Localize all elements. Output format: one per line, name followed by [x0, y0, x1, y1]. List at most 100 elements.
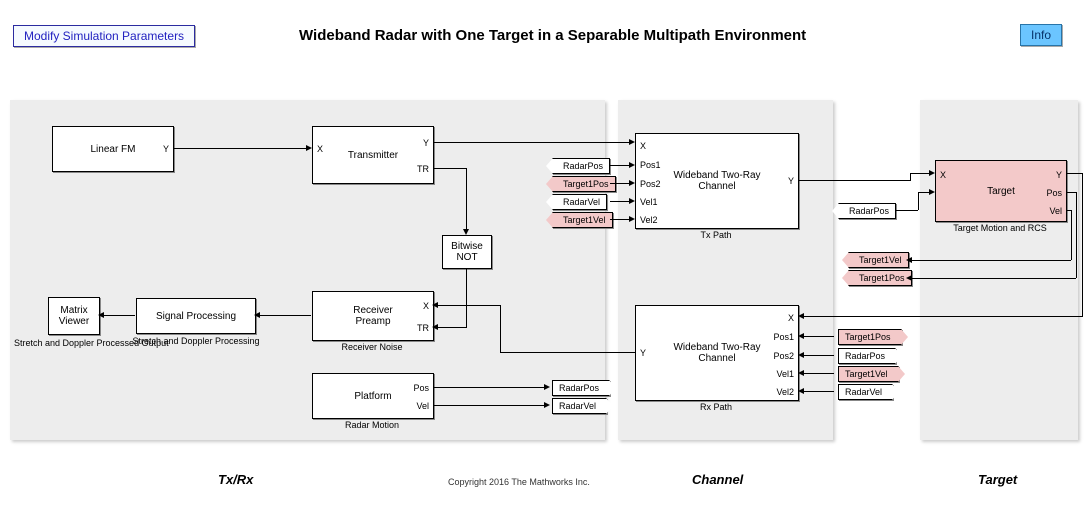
block-label: Receiver Preamp	[313, 292, 433, 340]
goto-radarvel[interactable]: RadarVel	[552, 398, 607, 414]
wire	[466, 268, 467, 327]
arrow-icon	[98, 312, 104, 318]
tag-label: RadarPos	[849, 206, 889, 216]
arrow-icon	[906, 275, 912, 281]
wire	[100, 315, 135, 316]
caption-matrix-viewer: Stretch and Doppler Processed Output	[14, 338, 134, 348]
from-target1vel-tx[interactable]: Target1Vel	[552, 212, 613, 228]
wire	[1082, 173, 1083, 316]
caption-rx-path: Rx Path	[700, 402, 732, 412]
wire	[256, 315, 311, 316]
from-radarvel-rx[interactable]: RadarVel	[838, 384, 893, 400]
arrow-icon	[463, 229, 469, 235]
block-label: Linear FM	[53, 127, 173, 171]
from-target1pos-tx[interactable]: Target1Pos	[552, 176, 616, 192]
block-receiver-preamp[interactable]: X TR Receiver Preamp	[312, 291, 434, 341]
arrow-icon	[629, 180, 635, 186]
block-label: Matrix Viewer	[49, 298, 99, 334]
wire	[433, 142, 630, 143]
caption-target: Target Motion and RCS	[953, 223, 1047, 233]
block-label: Bitwise NOT	[443, 236, 491, 268]
arrow-icon	[798, 333, 804, 339]
from-target1vel-rx[interactable]: Target1Vel	[838, 366, 899, 382]
block-platform[interactable]: Pos Vel Platform	[312, 373, 434, 419]
arrow-icon	[629, 198, 635, 204]
block-tx-tworay[interactable]: X Pos1 Pos2 Vel1 Vel2 Y Wideband Two-Ray…	[635, 133, 799, 229]
arrow-icon	[306, 145, 312, 151]
arrow-icon	[432, 302, 438, 308]
modify-sim-params-button[interactable]: Modify Simulation Parameters	[13, 25, 195, 47]
wire	[1076, 192, 1077, 278]
wire	[433, 387, 548, 388]
from-radarpos-target[interactable]: RadarPos	[838, 203, 896, 219]
region-label-channel: Channel	[692, 472, 743, 487]
wire	[910, 173, 911, 181]
block-label: Signal Processing	[137, 299, 255, 333]
wire	[800, 316, 1083, 317]
wire	[800, 373, 834, 374]
wire	[1066, 173, 1082, 174]
wire	[800, 391, 834, 392]
from-radarvel-tx[interactable]: RadarVel	[552, 194, 607, 210]
block-linear-fm[interactable]: Y Linear FM	[52, 126, 174, 172]
block-bitwise-not[interactable]: Bitwise NOT	[442, 235, 492, 269]
tag-label: RadarPos	[559, 383, 599, 393]
arrow-icon	[629, 139, 635, 145]
block-label: Target	[936, 161, 1066, 221]
from-radarpos-rx[interactable]: RadarPos	[838, 348, 896, 364]
wire	[896, 210, 918, 211]
from-radarpos-tx[interactable]: RadarPos	[552, 158, 610, 174]
block-target[interactable]: X Y Pos Vel Target	[935, 160, 1067, 222]
tag-label: Target1Pos	[845, 332, 891, 342]
caption-platform: Radar Motion	[345, 420, 399, 430]
wire	[500, 305, 501, 353]
diagram-title: Wideband Radar with One Target in a Sepa…	[299, 27, 806, 44]
goto-target1vel[interactable]: Target1Vel	[848, 252, 909, 268]
diagram-canvas: Modify Simulation Parameters Info Wideba…	[0, 0, 1088, 524]
arrow-icon	[254, 312, 260, 318]
tag-label: Target1Vel	[563, 215, 606, 225]
wire	[800, 355, 834, 356]
wire	[173, 148, 310, 149]
arrow-icon	[798, 352, 804, 358]
region-label-txrx: Tx/Rx	[218, 472, 253, 487]
tag-label: Target1Vel	[859, 255, 902, 265]
wire	[918, 192, 919, 210]
arrow-icon	[906, 257, 912, 263]
block-matrix-viewer[interactable]: Matrix Viewer	[48, 297, 100, 335]
arrow-icon	[929, 189, 935, 195]
wire	[433, 405, 548, 406]
block-label: Wideband Two-Ray Channel	[636, 134, 798, 228]
block-rx-tworay[interactable]: X Pos1 Pos2 Vel1 Vel2 Y Wideband Two-Ray…	[635, 305, 799, 401]
wire	[434, 305, 501, 306]
arrow-icon	[629, 162, 635, 168]
wire	[1071, 210, 1072, 260]
arrow-icon	[544, 384, 550, 390]
goto-radarpos[interactable]: RadarPos	[552, 380, 610, 396]
wire	[433, 168, 467, 169]
caption-receiver-noise: Receiver Noise	[341, 342, 402, 352]
arrow-icon	[798, 313, 804, 319]
wire	[500, 352, 635, 353]
tag-label: RadarPos	[845, 351, 885, 361]
wire	[798, 180, 910, 181]
region-target	[920, 100, 1078, 440]
wire	[1066, 192, 1076, 193]
arrow-icon	[798, 370, 804, 376]
goto-target1pos[interactable]: Target1Pos	[848, 270, 912, 286]
info-button[interactable]: Info	[1020, 24, 1062, 46]
arrow-icon	[432, 324, 438, 330]
block-label: Transmitter	[313, 127, 433, 183]
arrow-icon	[629, 216, 635, 222]
region-label-target: Target	[978, 472, 1017, 487]
arrow-icon	[798, 388, 804, 394]
block-label: Platform	[313, 374, 433, 418]
block-signal-processing[interactable]: Signal Processing	[136, 298, 256, 334]
wire	[908, 278, 1076, 279]
wire	[908, 260, 1071, 261]
arrow-icon	[929, 170, 935, 176]
block-transmitter[interactable]: X Y TR Transmitter	[312, 126, 434, 184]
tag-label: RadarVel	[559, 401, 596, 411]
arrow-icon	[544, 402, 550, 408]
from-target1pos-rx[interactable]: Target1Pos	[838, 329, 902, 345]
